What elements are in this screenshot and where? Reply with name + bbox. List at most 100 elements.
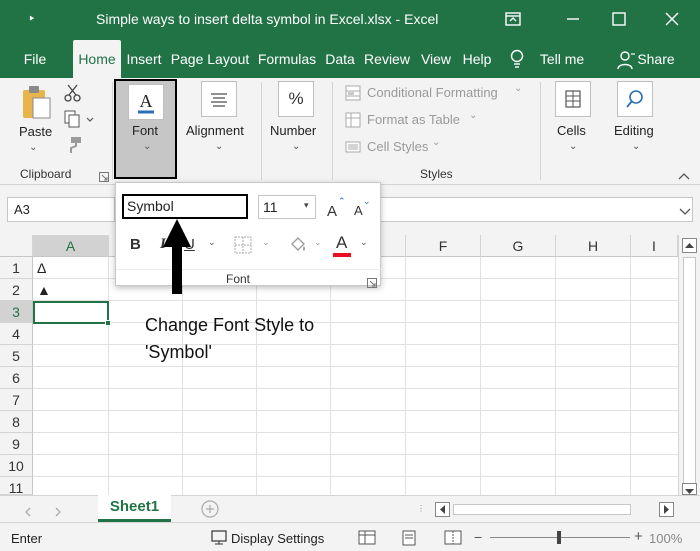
- zoom-slider-handle[interactable]: [557, 531, 561, 544]
- copy-icon[interactable]: [64, 110, 94, 133]
- font-color-dropdown-icon[interactable]: ⌄: [360, 237, 368, 248]
- share-icon[interactable]: [617, 50, 635, 75]
- borders-dropdown-icon[interactable]: ⌄: [262, 237, 270, 248]
- tell-me-search[interactable]: Tell me: [532, 40, 592, 78]
- number-button[interactable]: Number: [270, 123, 316, 138]
- alignment-chevron-icon[interactable]: ⌄: [215, 141, 223, 152]
- borders-icon[interactable]: [234, 236, 252, 259]
- row-header-5[interactable]: 5: [0, 345, 33, 367]
- page-break-view-icon[interactable]: [444, 530, 462, 549]
- column-header-g[interactable]: G: [481, 235, 556, 257]
- formula-input[interactable]: [378, 197, 693, 222]
- scroll-left-icon[interactable]: [435, 502, 450, 517]
- paste-dropdown-chevron-icon[interactable]: ⌄: [29, 142, 37, 153]
- minimize-icon[interactable]: [558, 6, 588, 32]
- tab-formulas[interactable]: Formulas: [255, 40, 319, 78]
- fill-color-dropdown-icon[interactable]: ⌄: [314, 237, 322, 248]
- tab-review[interactable]: Review: [361, 40, 413, 78]
- tab-help[interactable]: Help: [458, 40, 496, 78]
- row-header-11[interactable]: 11: [0, 477, 33, 495]
- expand-formula-bar-icon[interactable]: [679, 204, 691, 222]
- new-sheet-icon[interactable]: [201, 500, 219, 523]
- row-header-1[interactable]: 1: [0, 257, 33, 279]
- cell-styles-icon[interactable]: [345, 139, 361, 160]
- share-button[interactable]: Share: [637, 40, 675, 78]
- conditional-formatting-icon[interactable]: [345, 85, 361, 106]
- paste-button[interactable]: Paste: [19, 124, 52, 139]
- font-name-input[interactable]: Symbol: [122, 194, 248, 219]
- name-box[interactable]: A3: [7, 197, 115, 222]
- font-dialog-launcher-icon[interactable]: [367, 275, 377, 293]
- fill-color-icon[interactable]: [288, 235, 308, 260]
- scroll-up-icon[interactable]: [682, 238, 697, 253]
- ribbon-display-icon[interactable]: [498, 6, 528, 32]
- decrease-font-size-button[interactable]: A: [354, 203, 363, 218]
- conditional-formatting-chevron-icon[interactable]: ⌄: [514, 83, 522, 94]
- editing-chevron-icon[interactable]: ⌄: [632, 141, 640, 152]
- tab-insert[interactable]: Insert: [123, 40, 165, 78]
- close-icon[interactable]: [657, 6, 687, 32]
- paste-icon[interactable]: [20, 84, 52, 125]
- scroll-right-icon[interactable]: [659, 502, 674, 517]
- row-header-9[interactable]: 9: [0, 433, 33, 455]
- increase-font-size-button[interactable]: A: [327, 203, 337, 220]
- cell-styles-chevron-icon[interactable]: ⌄: [432, 137, 440, 148]
- fill-handle[interactable]: [105, 320, 111, 326]
- active-cell-selection[interactable]: [33, 301, 109, 324]
- editing-icon[interactable]: [617, 81, 653, 117]
- row-header-4[interactable]: 4: [0, 323, 33, 345]
- scroll-down-icon[interactable]: [682, 483, 697, 495]
- tab-home[interactable]: Home: [73, 40, 121, 78]
- cut-icon[interactable]: [64, 84, 82, 107]
- format-as-table-chevron-icon[interactable]: ⌄: [469, 110, 477, 121]
- zoom-level[interactable]: 100%: [649, 531, 682, 546]
- cell-a2[interactable]: ▲: [37, 279, 51, 301]
- quick-access-icon[interactable]: ‣: [28, 11, 36, 27]
- maximize-icon[interactable]: [604, 6, 634, 32]
- number-chevron-icon[interactable]: ⌄: [292, 141, 300, 152]
- row-header-10[interactable]: 10: [0, 455, 33, 477]
- font-color-button[interactable]: A: [336, 233, 347, 253]
- row-header-2[interactable]: 2: [0, 279, 33, 301]
- editing-button[interactable]: Editing: [614, 123, 654, 138]
- cells-icon[interactable]: [555, 81, 591, 117]
- conditional-formatting-button[interactable]: Conditional Formatting: [367, 85, 498, 100]
- collapse-ribbon-icon[interactable]: [678, 168, 690, 186]
- vertical-scrollbar[interactable]: [678, 235, 700, 495]
- cells-chevron-icon[interactable]: ⌄: [569, 141, 577, 152]
- cell-styles-button[interactable]: Cell Styles: [367, 139, 428, 154]
- row-header-3[interactable]: 3: [0, 301, 33, 323]
- column-header-f[interactable]: F: [406, 235, 481, 257]
- tab-file[interactable]: File: [12, 40, 58, 78]
- tab-page-layout[interactable]: Page Layout: [168, 40, 252, 78]
- page-layout-view-icon[interactable]: [401, 530, 417, 549]
- zoom-in-button[interactable]: +: [634, 528, 643, 545]
- cells-button[interactable]: Cells: [557, 123, 586, 138]
- tab-view[interactable]: View: [416, 40, 456, 78]
- column-header-a[interactable]: A: [33, 235, 109, 257]
- underline-dropdown-icon[interactable]: ⌄: [208, 237, 216, 248]
- font-size-dropdown-icon[interactable]: ▾: [304, 200, 309, 211]
- sheet-tab-sheet1[interactable]: Sheet1: [98, 495, 171, 522]
- column-header-i[interactable]: I: [631, 235, 678, 257]
- row-header-8[interactable]: 8: [0, 411, 33, 433]
- cell-a1[interactable]: Δ: [37, 257, 46, 279]
- select-all-corner[interactable]: [0, 235, 33, 257]
- format-as-table-button[interactable]: Format as Table: [367, 112, 460, 127]
- display-settings-icon[interactable]: [211, 530, 229, 549]
- tab-split-handle-icon[interactable]: ⋮: [417, 504, 425, 513]
- previous-sheet-icon[interactable]: [24, 504, 32, 522]
- column-header-h[interactable]: H: [556, 235, 631, 257]
- alignment-icon[interactable]: [201, 81, 237, 117]
- normal-view-icon[interactable]: [358, 530, 376, 549]
- horizontal-scroll-thumb[interactable]: [453, 504, 631, 515]
- format-as-table-icon[interactable]: [345, 112, 361, 133]
- bold-button[interactable]: B: [130, 236, 141, 253]
- row-header-7[interactable]: 7: [0, 389, 33, 411]
- number-icon[interactable]: %: [278, 81, 314, 117]
- zoom-out-button[interactable]: −: [474, 529, 482, 545]
- vertical-scroll-thumb[interactable]: [683, 257, 696, 485]
- display-settings-button[interactable]: Display Settings: [231, 531, 324, 546]
- tab-data[interactable]: Data: [321, 40, 359, 78]
- alignment-button[interactable]: Alignment: [186, 123, 244, 138]
